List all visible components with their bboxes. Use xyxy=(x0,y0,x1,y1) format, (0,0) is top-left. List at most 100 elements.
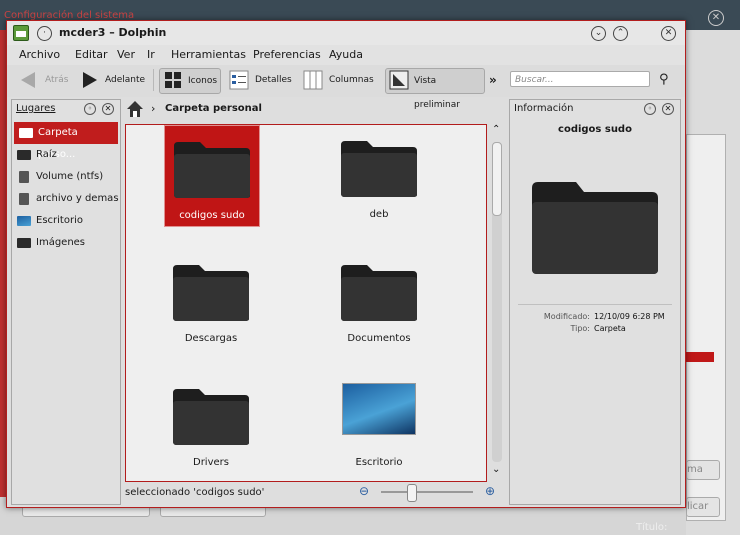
menu-ayuda[interactable]: Ayuda xyxy=(329,48,363,61)
back-arrow-icon xyxy=(21,72,35,88)
menu-archivo[interactable]: Archivo xyxy=(19,48,60,61)
back-button[interactable]: Atrás xyxy=(17,68,71,92)
columns-view-button[interactable]: Columnas xyxy=(301,68,374,92)
menu-preferencias[interactable]: Preferencias xyxy=(253,48,321,61)
folder-icon xyxy=(174,142,250,198)
places-close-icon[interactable]: ✕ xyxy=(102,103,114,115)
scroll-down-icon[interactable]: ⌄ xyxy=(492,464,500,475)
window-title: mcder3 – Dolphin xyxy=(59,26,167,39)
place-root[interactable]: Raíz xyxy=(12,144,120,166)
breadcrumb-location[interactable]: Carpeta personal xyxy=(165,103,262,114)
dolphin-window: · mcder3 – Dolphin ⌄ ⌃ ✕ Archivo Editar … xyxy=(6,20,686,508)
places-list: Carpeta perso... Raíz Volume (ntfs) arch… xyxy=(12,122,120,254)
desktop-thumbnail-icon xyxy=(342,383,416,435)
information-title: Información xyxy=(514,103,574,114)
background-button[interactable]: ma xyxy=(686,460,720,480)
place-label: archivo y demas xyxy=(36,193,119,204)
toolbar-separator xyxy=(153,69,154,91)
scroll-thumb[interactable] xyxy=(492,142,502,216)
zoom-slider-handle[interactable] xyxy=(407,484,417,502)
background-title-label: Título: xyxy=(636,522,668,533)
place-label: Raíz xyxy=(36,149,57,160)
file-item[interactable]: codigos sudo xyxy=(164,125,260,227)
places-panel: Lugares ◦ ✕ Carpeta perso... Raíz Volume… xyxy=(11,99,121,505)
file-item[interactable]: Drivers xyxy=(164,373,258,473)
status-text: seleccionado 'codigos sudo' xyxy=(125,487,265,498)
background-right-area: ma licar xyxy=(686,30,740,535)
details-view-button[interactable]: Detalles xyxy=(227,68,293,92)
home-folder-icon xyxy=(19,128,33,138)
details-view-icon xyxy=(229,70,249,90)
vertical-scrollbar[interactable]: ⌃ ⌄ xyxy=(490,124,504,480)
binoculars-icon[interactable]: ⚲ xyxy=(659,72,669,87)
folder-icon xyxy=(17,150,31,160)
zoom-slider[interactable] xyxy=(381,491,473,493)
places-float-icon[interactable]: ◦ xyxy=(84,103,96,115)
place-label: Escritorio xyxy=(36,215,83,226)
search-input[interactable]: Buscar... xyxy=(510,71,650,87)
place-images[interactable]: Imágenes xyxy=(12,232,120,254)
window-menu-icon[interactable]: · xyxy=(37,26,52,41)
background-apply-button[interactable]: licar xyxy=(686,497,720,517)
background-selection-bar xyxy=(686,352,714,362)
maximize-icon[interactable]: ⌃ xyxy=(613,26,628,41)
place-label: Volume (ntfs) xyxy=(36,171,104,182)
file-label: Drivers xyxy=(193,457,229,468)
file-item[interactable]: Escritorio xyxy=(332,373,426,473)
folder-preview-icon xyxy=(532,182,658,274)
breadcrumb-separator-icon: › xyxy=(151,102,156,115)
menubar: Archivo Editar Ver Ir Herramientas Prefe… xyxy=(7,45,685,65)
close-icon[interactable]: ✕ xyxy=(661,26,676,41)
toolbar: Atrás Adelante Iconos Detalles Columnas … xyxy=(7,65,685,110)
place-volume[interactable]: Volume (ntfs) xyxy=(12,166,120,188)
menu-editar[interactable]: Editar xyxy=(75,48,108,61)
dolphin-app-icon[interactable] xyxy=(13,25,29,41)
information-filename: codigos sudo xyxy=(558,124,632,135)
titlebar: · mcder3 – Dolphin ⌄ ⌃ ✕ xyxy=(7,21,685,45)
background-close-icon[interactable]: ✕ xyxy=(708,10,724,26)
folder-icon xyxy=(341,141,417,197)
place-desktop[interactable]: Escritorio xyxy=(12,210,120,232)
information-panel: Información ◦ ✕ codigos sudo Modificado:… xyxy=(509,99,681,505)
forward-arrow-icon xyxy=(83,72,97,88)
file-label: deb xyxy=(369,209,389,220)
breadcrumb: › Carpeta personal xyxy=(125,99,503,119)
scroll-up-icon[interactable]: ⌃ xyxy=(492,124,500,135)
drive-icon xyxy=(19,193,29,205)
menu-ver[interactable]: Ver xyxy=(117,48,135,61)
drive-icon xyxy=(19,171,29,183)
icons-view-icon xyxy=(165,72,181,88)
info-close-icon[interactable]: ✕ xyxy=(662,103,674,115)
place-label: Imágenes xyxy=(36,237,86,248)
desktop-icon xyxy=(17,216,31,226)
file-item[interactable]: Descargas xyxy=(164,249,258,349)
preview-icon xyxy=(389,70,409,90)
file-label: Descargas xyxy=(184,333,238,344)
zoom-in-icon[interactable]: ⊕ xyxy=(485,484,499,498)
toolbar-overflow-button[interactable]: » xyxy=(489,68,499,92)
forward-button[interactable]: Adelante xyxy=(77,68,147,92)
info-divider xyxy=(518,304,672,305)
place-archivo[interactable]: archivo y demas xyxy=(12,188,120,210)
place-home[interactable]: Carpeta perso... xyxy=(14,122,118,160)
columns-view-icon xyxy=(303,70,323,90)
folder-icon xyxy=(173,389,249,445)
zoom-out-icon[interactable]: ⊖ xyxy=(359,484,373,498)
folder-icon xyxy=(17,238,31,248)
file-label: Documentos xyxy=(347,333,411,344)
places-title: Lugares xyxy=(16,103,56,114)
file-label: codigos sudo xyxy=(179,210,245,221)
folder-icon xyxy=(341,265,417,321)
folder-icon xyxy=(173,265,249,321)
minimize-icon[interactable]: ⌄ xyxy=(591,26,606,41)
home-icon[interactable] xyxy=(126,100,144,118)
file-item[interactable]: Documentos xyxy=(332,249,426,349)
icons-view-button[interactable]: Iconos xyxy=(159,68,221,94)
menu-herramientas[interactable]: Herramientas xyxy=(171,48,246,61)
file-view: codigos sudo deb Descargas Documentos Dr… xyxy=(125,124,487,482)
file-item[interactable]: deb xyxy=(332,125,426,225)
file-label: Escritorio xyxy=(355,457,403,468)
info-float-icon[interactable]: ◦ xyxy=(644,103,656,115)
preview-button[interactable]: Vista preliminar xyxy=(385,68,485,110)
menu-ir[interactable]: Ir xyxy=(147,48,155,61)
